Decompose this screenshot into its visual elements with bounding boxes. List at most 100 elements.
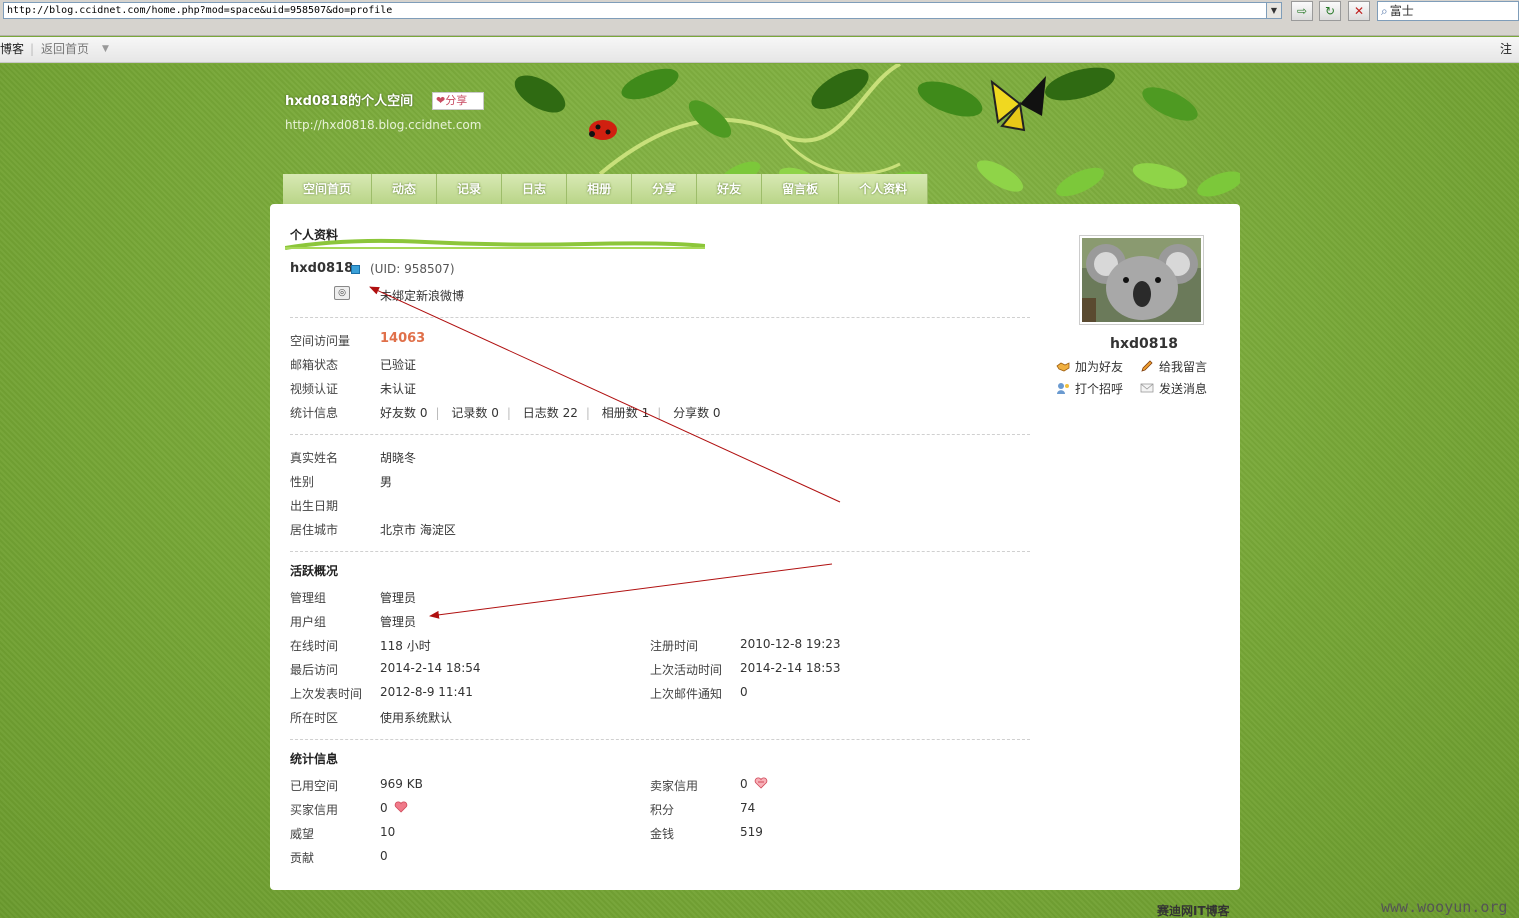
albums-count: 1 xyxy=(641,406,650,420)
money-value: 519 xyxy=(740,825,763,839)
points-value: 74 xyxy=(740,801,756,815)
prestige-value: 10 xyxy=(380,825,396,839)
contribution-value: 0 xyxy=(380,849,388,863)
stats-row: 好友数 0 | 记录数 0 | 日志数 22 | 相册数 1 | 分享数 0 xyxy=(380,404,721,421)
divider: | xyxy=(585,406,590,420)
address-bar[interactable]: http://blog.ccidnet.com/home.php?mod=spa… xyxy=(3,2,1267,19)
leave-message-label: 给我留言 xyxy=(1159,360,1208,374)
buyer-credit-label: 买家信用 xyxy=(290,803,339,817)
browser-toolbar: http://blog.ccidnet.com/home.php?mod=spa… xyxy=(0,0,1519,36)
add-friend-button[interactable]: 加为好友 xyxy=(1056,358,1123,375)
refresh-icon[interactable]: ↻ xyxy=(1319,1,1341,21)
prestige-label: 威望 xyxy=(290,827,315,841)
seller-credit-label: 卖家信用 xyxy=(650,779,699,793)
share-label: 分享 xyxy=(445,94,468,107)
timezone-label: 所在时区 xyxy=(290,711,339,725)
contribution-label: 贡献 xyxy=(290,851,315,865)
tab-guestbook[interactable]: 留言板 xyxy=(762,174,840,204)
watermark: www.wooyun.org xyxy=(1381,898,1508,916)
send-message-button[interactable]: 发送消息 xyxy=(1140,380,1207,397)
greet-icon xyxy=(1057,383,1069,394)
chevron-down-icon[interactable]: ▼ xyxy=(102,38,109,60)
birthday-label: 出生日期 xyxy=(290,499,339,513)
divider xyxy=(290,551,1030,552)
tab-blog[interactable]: 日志 xyxy=(502,174,568,204)
stop-icon[interactable]: ✕ xyxy=(1348,1,1370,21)
space-url[interactable]: http://hxd0818.blog.ccidnet.com xyxy=(285,118,481,132)
online-status-icon xyxy=(351,265,360,274)
divider: | xyxy=(657,406,662,420)
tab-records[interactable]: 记录 xyxy=(437,174,503,204)
money-label: 金钱 xyxy=(650,827,675,841)
timezone-value: 使用系统默认 xyxy=(380,711,453,725)
profile-username[interactable]: hxd0818 xyxy=(290,261,353,276)
video-auth-value: 未认证 xyxy=(380,382,417,396)
city-value: 北京市 海淀区 xyxy=(380,523,456,537)
search-icon: ⌕ xyxy=(1381,4,1388,18)
tab-profile[interactable]: 个人资料 xyxy=(839,174,929,204)
footer-brand[interactable]: 赛迪网IT博客 xyxy=(1157,902,1230,918)
pencil-icon xyxy=(1141,360,1153,372)
handshake-icon xyxy=(1056,362,1070,372)
tab-album[interactable]: 相册 xyxy=(567,174,633,204)
share-button[interactable]: ❤分享 xyxy=(432,92,484,110)
friends-count-label[interactable]: 好友数 xyxy=(380,406,416,420)
divider xyxy=(290,317,1030,318)
nav-home-link[interactable]: 返回首页 xyxy=(41,38,89,60)
gender-label: 性别 xyxy=(290,475,315,489)
real-name-label: 真实姓名 xyxy=(290,451,339,465)
divider: | xyxy=(435,406,440,420)
tab-feed[interactable]: 动态 xyxy=(372,174,438,204)
space-used-value: 969 KB xyxy=(380,777,423,791)
go-icon[interactable]: ⇨ xyxy=(1291,1,1313,21)
tab-share[interactable]: 分享 xyxy=(632,174,698,204)
records-count: 0 xyxy=(491,406,499,420)
points-label: 积分 xyxy=(650,803,675,817)
search-text: 富士 xyxy=(1389,4,1414,18)
last-email-label: 上次邮件通知 xyxy=(650,687,723,701)
admin-group-value[interactable]: 管理员 xyxy=(380,589,416,606)
buyer-credit-row: 0 xyxy=(380,801,408,815)
divider xyxy=(290,434,1030,435)
say-hello-button[interactable]: 打个招呼 xyxy=(1056,380,1123,397)
last-active-label: 上次活动时间 xyxy=(650,663,723,677)
blogs-count: 22 xyxy=(562,406,578,420)
records-count-label[interactable]: 记录数 xyxy=(451,406,487,420)
profile-uid: (UID: 958507) xyxy=(370,262,455,276)
tab-friends[interactable]: 好友 xyxy=(697,174,763,204)
space-title[interactable]: hxd0818的个人空间 xyxy=(285,90,413,109)
divider: | xyxy=(506,406,511,420)
divider xyxy=(290,739,1030,740)
leave-message-button[interactable]: 给我留言 xyxy=(1140,358,1207,375)
register-time-label: 注册时间 xyxy=(650,639,699,653)
blogs-count-label[interactable]: 日志数 xyxy=(523,406,559,420)
last-active-value: 2014-2-14 18:53 xyxy=(740,661,841,675)
city-label: 居住城市 xyxy=(290,523,339,537)
weibo-bind-status[interactable]: 未绑定新浪微博 xyxy=(380,287,464,304)
albums-count-label[interactable]: 相册数 xyxy=(602,406,638,420)
ladybug-icon xyxy=(589,120,617,140)
sidebar-username[interactable]: hxd0818 xyxy=(1110,336,1178,352)
online-time-value: 118 小时 xyxy=(380,639,431,653)
weibo-icon[interactable]: ◎ xyxy=(334,286,350,300)
shares-count-label[interactable]: 分享数 xyxy=(673,406,709,420)
heart-icon xyxy=(394,801,407,813)
search-input[interactable]: ⌕ 富士 xyxy=(1377,1,1519,21)
avatar[interactable] xyxy=(1079,235,1204,325)
activity-heading: 活跃概况 xyxy=(290,564,339,578)
friends-count: 0 xyxy=(419,406,428,420)
register-time-value: 2010-12-8 19:23 xyxy=(740,637,841,651)
add-friend-label: 加为好友 xyxy=(1075,360,1124,374)
nav-blog-link[interactable]: 博客 xyxy=(0,38,24,60)
space-tabs: 空间首页 动态 记录 日志 相册 分享 好友 留言板 个人资料 xyxy=(283,174,929,204)
heart-icon: ❤ xyxy=(436,94,446,107)
address-dropdown-button[interactable]: ▼ xyxy=(1266,2,1282,19)
tab-home[interactable]: 空间首页 xyxy=(283,174,373,204)
last-post-label: 上次发表时间 xyxy=(290,687,363,701)
video-auth-label: 视频认证 xyxy=(290,382,339,396)
gender-value: 男 xyxy=(380,475,393,489)
user-group-value[interactable]: 管理员 xyxy=(380,613,416,630)
space-used-label: 已用空间 xyxy=(290,779,339,793)
visits-value: 14063 xyxy=(380,331,426,346)
butterfly-icon xyxy=(990,76,1046,132)
